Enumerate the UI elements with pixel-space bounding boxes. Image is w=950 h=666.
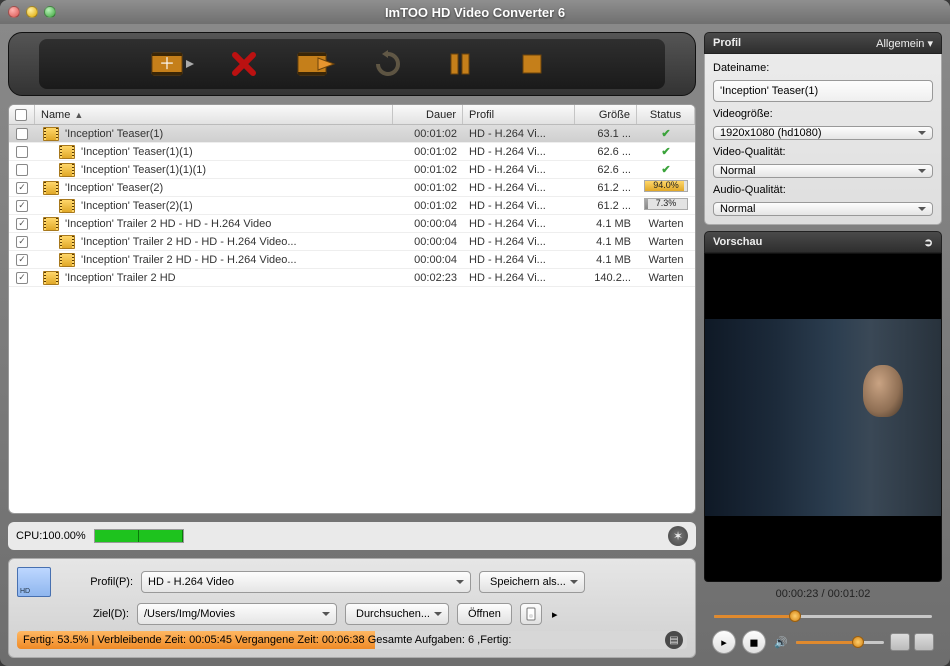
col-header-duration[interactable]: Dauer: [393, 105, 463, 124]
row-checkbox[interactable]: ✓: [16, 272, 28, 284]
table-row[interactable]: ✓'Inception' Trailer 2 HD00:02:23HD - H.…: [9, 269, 695, 287]
table-row[interactable]: ✓'Inception' Teaser(2)00:01:02HD - H.264…: [9, 179, 695, 197]
row-checkbox[interactable]: ✓: [16, 236, 28, 248]
bottom-panel: Profil(P): HD - H.264 Video Speichern al…: [8, 558, 696, 658]
cpu-row: CPU:100.00% ✶: [8, 522, 696, 550]
titlebar: ImTOO HD Video Converter 6: [0, 0, 950, 24]
preview-panel: Vorschau ➲ 00:00:23 / 00:01:02 ▸ ◼ 🔊: [704, 231, 942, 658]
row-checkbox[interactable]: ✓: [16, 218, 28, 230]
status-text: Fertig: 53.5% | Verbleibende Zeit: 00:05…: [17, 634, 517, 646]
open-button[interactable]: Öffnen: [457, 603, 512, 625]
row-checkbox[interactable]: [16, 164, 28, 176]
row-checkbox[interactable]: ✓: [16, 200, 28, 212]
volume-icon[interactable]: 🔊: [772, 630, 790, 654]
videoquality-label: Video-Qualität:: [713, 146, 933, 158]
film-icon: [59, 145, 75, 159]
film-icon: [59, 253, 75, 267]
checkbox-icon: [15, 109, 27, 121]
close-window-icon[interactable]: [8, 6, 20, 18]
table-row[interactable]: 'Inception' Teaser(1)00:01:02HD - H.264 …: [9, 125, 695, 143]
file-list: Name▲ Dauer Profil Größe Status 'Incepti…: [8, 104, 696, 514]
table-row[interactable]: ✓'Inception' Trailer 2 HD - HD - H.264 V…: [9, 233, 695, 251]
film-icon: [43, 181, 59, 195]
row-checkbox[interactable]: [16, 146, 28, 158]
preview-screen[interactable]: [704, 253, 942, 582]
table-row[interactable]: ✓'Inception' Teaser(2)(1)00:01:02HD - H.…: [9, 197, 695, 215]
play-button[interactable]: ▸: [712, 630, 736, 654]
audioquality-dropdown[interactable]: Normal: [713, 202, 933, 216]
cpu-label: CPU:100.00%: [16, 530, 86, 542]
list-header: Name▲ Dauer Profil Größe Status: [9, 105, 695, 125]
save-as-button[interactable]: Speichern als...: [479, 571, 585, 593]
camera-button[interactable]: [914, 633, 934, 651]
preview-title: Vorschau: [713, 236, 762, 248]
table-row[interactable]: 'Inception' Teaser(1)(1)00:01:02HD - H.2…: [9, 143, 695, 161]
device-ipod-button[interactable]: [520, 603, 542, 625]
film-icon: [43, 271, 59, 285]
check-icon: ✔: [661, 146, 670, 158]
minimize-window-icon[interactable]: [26, 6, 38, 18]
stop-preview-button[interactable]: ◼: [742, 630, 766, 654]
status-line: Fertig: 53.5% | Verbleibende Zeit: 00:05…: [17, 631, 687, 649]
chevron-right-icon[interactable]: ▸: [550, 603, 560, 625]
film-icon: [59, 235, 75, 249]
gear-icon[interactable]: ✶: [668, 526, 688, 546]
row-checkbox[interactable]: ✓: [16, 182, 28, 194]
snapshot-button[interactable]: [890, 633, 910, 651]
row-checkbox[interactable]: [16, 128, 28, 140]
dest-label: Ziel(D):: [59, 608, 129, 620]
table-row[interactable]: 'Inception' Teaser(1)(1)(1)00:01:02HD - …: [9, 161, 695, 179]
col-header-checkbox[interactable]: [9, 105, 35, 124]
remove-button[interactable]: [224, 46, 264, 82]
profile-mode-dropdown[interactable]: Allgemein ▾: [876, 37, 933, 50]
table-row[interactable]: ✓'Inception' Trailer 2 HD - HD - H.264 V…: [9, 251, 695, 269]
profile-panel: Profil Allgemein ▾ Dateiname: 'Inception…: [704, 32, 942, 225]
volume-slider[interactable]: [796, 634, 884, 650]
convert-button[interactable]: [296, 46, 336, 82]
hd-icon: [17, 567, 51, 597]
app-window: ImTOO HD Video Converter 6 ＋: [0, 0, 950, 666]
window-title: ImTOO HD Video Converter 6: [0, 5, 950, 20]
profile-panel-title: Profil: [713, 37, 741, 49]
preview-time: 00:00:23 / 00:01:02: [704, 582, 942, 606]
filename-label: Dateiname:: [713, 62, 933, 74]
col-header-status[interactable]: Status: [637, 105, 695, 124]
sort-asc-icon: ▲: [74, 110, 83, 120]
stop-button[interactable]: [512, 46, 552, 82]
pause-button[interactable]: [440, 46, 480, 82]
col-header-size[interactable]: Größe: [575, 105, 637, 124]
browse-button[interactable]: Durchsuchen...: [345, 603, 449, 625]
film-icon: [43, 127, 59, 141]
seek-slider[interactable]: [714, 608, 932, 624]
add-file-button[interactable]: ＋: [152, 46, 192, 82]
col-header-profile[interactable]: Profil: [463, 105, 575, 124]
profile-dropdown[interactable]: HD - H.264 Video: [141, 571, 471, 593]
dest-dropdown[interactable]: /Users/Img/Movies: [137, 603, 337, 625]
film-icon: [43, 217, 59, 231]
expand-icon[interactable]: ➲: [924, 236, 933, 249]
zoom-window-icon[interactable]: [44, 6, 56, 18]
profile-label: Profil(P):: [63, 576, 133, 588]
check-icon: ✔: [661, 164, 670, 176]
cpu-meter: [94, 529, 184, 543]
log-button[interactable]: ▤: [665, 631, 683, 649]
videoquality-dropdown[interactable]: Normal: [713, 164, 933, 178]
film-icon: [59, 163, 75, 177]
main-toolbar: ＋: [8, 32, 696, 96]
undo-button[interactable]: [368, 46, 408, 82]
videosize-dropdown[interactable]: 1920x1080 (hd1080): [713, 126, 933, 140]
videosize-label: Videogröße:: [713, 108, 933, 120]
row-checkbox[interactable]: ✓: [16, 254, 28, 266]
svg-text:＋: ＋: [159, 56, 175, 73]
col-header-name[interactable]: Name▲: [35, 105, 393, 124]
table-row[interactable]: ✓'Inception' Trailer 2 HD - HD - H.264 V…: [9, 215, 695, 233]
filename-field[interactable]: 'Inception' Teaser(1): [713, 80, 933, 102]
check-icon: ✔: [661, 128, 670, 140]
film-icon: [59, 199, 75, 213]
audioquality-label: Audio-Qualität:: [713, 184, 933, 196]
